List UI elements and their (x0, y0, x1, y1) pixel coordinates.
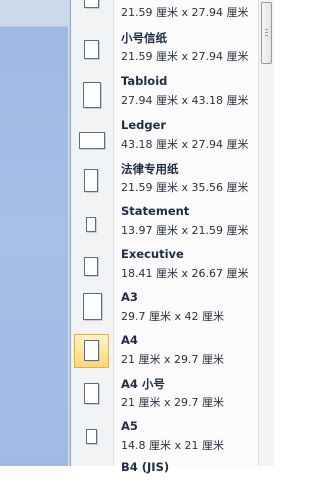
paper-size-name: A4 (121, 333, 138, 347)
paper-size-dimensions: 14.8 厘米 x 21 厘米 (121, 439, 224, 452)
grip-line (265, 35, 268, 36)
paper-size-dimensions: 18.41 厘米 x 26.67 厘米 (121, 267, 249, 280)
scrollbar-thumb[interactable] (261, 2, 272, 64)
paper-size-name: 信纸 (121, 0, 144, 2)
paper-size-name: B4 (JIS) (121, 460, 170, 474)
page-portrait-icon (83, 293, 102, 320)
paper-size-name: A4 小号 (121, 377, 165, 391)
paper-size-dimensions: 21 厘米 x 29.7 厘米 (121, 353, 224, 366)
page-portrait-icon (84, 340, 99, 361)
paper-size-dimensions: 27.94 厘米 x 43.18 厘米 (121, 94, 249, 107)
paper-size-name: 法律专用纸 (121, 162, 179, 176)
paper-size-letter[interactable]: 信纸 21.59 厘米 x 27.94 厘米 (71, 0, 259, 26)
paper-size-tabloid[interactable]: Tabloid 27.94 厘米 x 43.18 厘米 (71, 72, 259, 114)
paper-size-name: 小号信纸 (121, 31, 167, 45)
paper-size-b4-jis[interactable]: B4 (JIS) (71, 458, 259, 500)
paper-size-legal[interactable]: 法律专用纸 21.59 厘米 x 35.56 厘米 (71, 159, 259, 201)
paper-size-dimensions: 21 厘米 x 29.7 厘米 (121, 396, 224, 409)
paper-size-ledger[interactable]: Ledger 43.18 厘米 x 27.94 厘米 (71, 116, 259, 158)
paper-size-dimensions: 21.59 厘米 x 35.56 厘米 (121, 181, 249, 194)
paper-size-executive[interactable]: Executive 18.41 厘米 x 26.67 厘米 (71, 245, 259, 287)
paper-size-dimensions: 13.97 厘米 x 21.59 厘米 (121, 224, 249, 237)
paper-size-name: A5 (121, 419, 138, 433)
page-landscape-icon (79, 132, 105, 149)
page-portrait-icon (83, 82, 101, 108)
paper-size-statement[interactable]: Statement 13.97 厘米 x 21.59 厘米 (71, 202, 259, 244)
grip-line (265, 32, 268, 33)
page-portrait-icon (84, 0, 99, 8)
page-portrait-icon (84, 40, 99, 59)
paper-size-dimensions: 21.59 厘米 x 27.94 厘米 (121, 6, 249, 19)
paper-size-name: Executive (121, 247, 184, 261)
paper-size-dimensions: 21.59 厘米 x 27.94 厘米 (121, 50, 249, 63)
page-portrait-icon (84, 169, 98, 192)
paper-size-a4[interactable]: A4 21 厘米 x 29.7 厘米 (71, 331, 259, 373)
paper-size-name: Tabloid (121, 74, 168, 88)
grip-line (265, 29, 268, 30)
paper-size-a4-small[interactable]: A4 小号 21 厘米 x 29.7 厘米 (71, 374, 259, 416)
paper-size-name: A3 (121, 290, 138, 304)
paper-size-a3[interactable]: A3 29.7 厘米 x 42 厘米 (71, 288, 259, 330)
page-portrait-icon (84, 383, 99, 404)
paper-size-name: Ledger (121, 118, 167, 132)
paper-size-dimensions: 29.7 厘米 x 42 厘米 (121, 310, 224, 323)
paper-size-dimensions: 43.18 厘米 x 27.94 厘米 (121, 138, 249, 151)
paper-size-name: Statement (121, 204, 190, 218)
document-background (0, 0, 70, 466)
page-portrait-icon (86, 217, 96, 232)
paper-size-small-letter[interactable]: 小号信纸 21.59 厘米 x 27.94 厘米 (71, 28, 259, 70)
ribbon-edge (0, 0, 68, 27)
page-portrait-icon (86, 429, 97, 444)
paper-size-a5[interactable]: A5 14.8 厘米 x 21 厘米 (71, 417, 259, 459)
paper-size-menu: 信纸 21.59 厘米 x 27.94 厘米 小号信纸 21.59 厘米 x 2… (70, 0, 259, 474)
menu-scrollbar[interactable] (258, 0, 274, 466)
page-portrait-icon (84, 257, 98, 276)
